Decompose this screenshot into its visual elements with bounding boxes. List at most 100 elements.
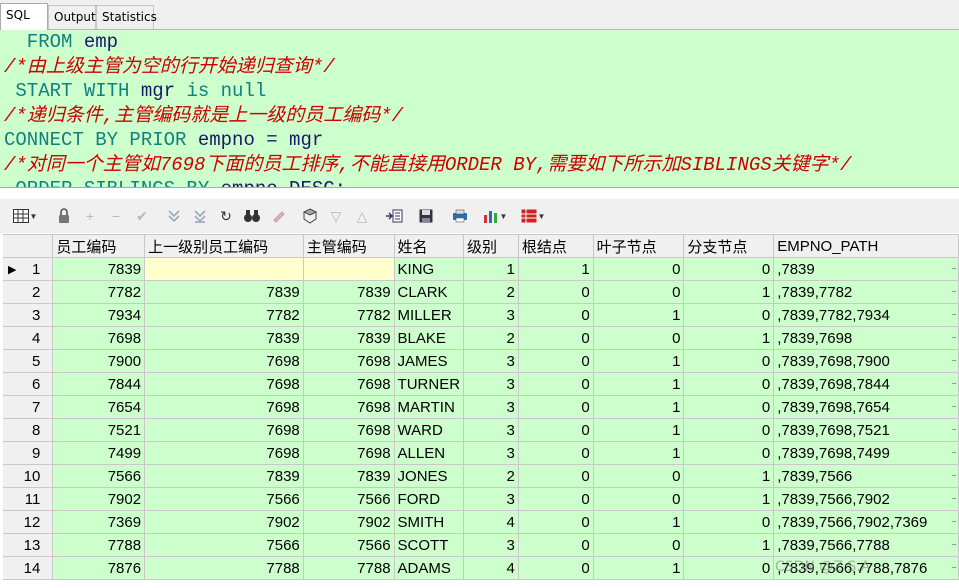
table-cell[interactable]: 1	[463, 257, 519, 281]
table-cell[interactable]: 7698	[303, 349, 395, 373]
table-cell[interactable]: 7698	[303, 372, 395, 396]
table-cell[interactable]: 0	[683, 395, 775, 419]
table-cell[interactable]: 0	[593, 280, 685, 304]
table-cell[interactable]: 7698	[144, 441, 304, 465]
table-cell[interactable]: 1	[593, 510, 685, 534]
grid-view-icon[interactable]: ▼	[10, 206, 40, 226]
table-cell[interactable]: 1	[518, 257, 594, 281]
cell-editor-button[interactable]: ...	[951, 353, 956, 363]
row-number[interactable]: 4	[3, 326, 54, 350]
table-cell[interactable]: 2	[463, 464, 519, 488]
table-cell[interactable]: 0	[683, 418, 775, 442]
filter-icon[interactable]: ▽	[326, 206, 346, 226]
cell-editor-button[interactable]: ...	[951, 560, 956, 570]
table-cell[interactable]: ,7839,7782...	[773, 280, 959, 304]
table-cell[interactable]: CLARK	[394, 280, 465, 304]
table-cell[interactable]: 1	[593, 372, 685, 396]
chart-icon[interactable]: ▼	[478, 206, 512, 226]
table-cell[interactable]: 0	[683, 556, 775, 580]
table-cell[interactable]: 1	[683, 487, 775, 511]
clear-icon[interactable]	[268, 206, 288, 226]
query-by-example-icon[interactable]	[300, 206, 320, 226]
table-cell[interactable]: 7698	[144, 395, 304, 419]
table-cell[interactable]: SMITH	[394, 510, 465, 534]
tab-sql[interactable]: SQL	[0, 3, 48, 30]
table-cell[interactable]: 7839	[144, 326, 304, 350]
table-cell[interactable]: 7839	[303, 464, 395, 488]
post-changes-icon[interactable]: ✔	[132, 206, 152, 226]
refresh-icon[interactable]: ↻	[216, 206, 236, 226]
table-cell[interactable]: 0	[518, 418, 594, 442]
table-cell[interactable]: 1	[593, 303, 685, 327]
row-number[interactable]: 9	[3, 441, 54, 465]
table-cell[interactable]: 3	[463, 418, 519, 442]
table-cell[interactable]: 0	[683, 303, 775, 327]
table-cell[interactable]: 7788	[303, 556, 395, 580]
row-number[interactable]: 3	[3, 303, 54, 327]
column-header-mgr[interactable]: 主管编码	[303, 234, 395, 258]
column-header-empno-path[interactable]: EMPNO_PATH	[773, 234, 959, 258]
find-icon[interactable]	[242, 206, 262, 226]
table-cell[interactable]: BLAKE	[394, 326, 465, 350]
column-header-ename[interactable]: 姓名	[394, 234, 465, 258]
print-icon[interactable]	[450, 206, 470, 226]
table-cell[interactable]: ,7839,7698...	[773, 326, 959, 350]
table-cell[interactable]: 1	[683, 280, 775, 304]
row-number[interactable]: 11	[3, 487, 54, 511]
table-cell[interactable]: MARTIN	[394, 395, 465, 419]
column-header-is-branch[interactable]: 分支节点	[683, 234, 775, 258]
table-cell[interactable]: 3	[463, 533, 519, 557]
table-cell[interactable]: 1	[683, 464, 775, 488]
row-number[interactable]: 5	[3, 349, 54, 373]
table-cell[interactable]: TURNER	[394, 372, 465, 396]
table-cell[interactable]: 7839	[144, 280, 304, 304]
fetch-last-icon[interactable]	[190, 206, 210, 226]
table-row[interactable]: 12 7369 7902 7902 SMITH 4 0 1 0,7839,7566,7902,7…	[3, 510, 959, 534]
table-row[interactable]: 4 7698 7839 7839 BLAKE 2 0 0 1,7839,7698...	[3, 326, 959, 350]
table-cell[interactable]: 0	[518, 464, 594, 488]
table-cell[interactable]: 0	[683, 372, 775, 396]
cell-editor-button[interactable]: ...	[951, 537, 956, 547]
table-cell[interactable]: 0	[593, 487, 685, 511]
table-cell[interactable]: 3	[463, 487, 519, 511]
column-header-level[interactable]: 级别	[463, 234, 519, 258]
table-row[interactable]: ▶ 1 7839 KING 1 1 0 0,7839...	[3, 257, 959, 281]
table-cell[interactable]: 0	[683, 257, 775, 281]
table-cell[interactable]: 7698	[144, 372, 304, 396]
cell-editor-button[interactable]: ...	[951, 399, 956, 409]
cell-editor-button[interactable]: ...	[951, 376, 956, 386]
table-cell[interactable]: 3	[463, 395, 519, 419]
table-cell[interactable]: 7566	[303, 487, 395, 511]
table-cell[interactable]: 7782	[144, 303, 304, 327]
cell-editor-button[interactable]: ...	[951, 491, 956, 501]
table-cell[interactable]: MILLER	[394, 303, 465, 327]
table-cell[interactable]: 3	[463, 372, 519, 396]
table-cell[interactable]: 7521	[52, 418, 146, 442]
fetch-next-icon[interactable]	[164, 206, 184, 226]
table-cell[interactable]: 7876	[52, 556, 146, 580]
single-record-icon[interactable]: ▼	[516, 206, 550, 226]
table-cell[interactable]: 7902	[303, 510, 395, 534]
table-cell[interactable]: ,7839,7566,7788...	[773, 533, 959, 557]
table-cell[interactable]: 2	[463, 280, 519, 304]
table-cell[interactable]: 0	[683, 441, 775, 465]
table-cell[interactable]	[303, 257, 395, 281]
table-cell[interactable]: 1	[593, 395, 685, 419]
table-cell[interactable]: ,7839,7782,7934...	[773, 303, 959, 327]
result-grid[interactable]: 员工编码 上一级别员工编码 主管编码 姓名 级别 根结点 叶子节点 分支节点 E…	[3, 234, 959, 584]
table-cell[interactable]: ALLEN	[394, 441, 465, 465]
cell-editor-button[interactable]: ...	[951, 445, 956, 455]
column-header-is-root[interactable]: 根结点	[518, 234, 594, 258]
table-cell[interactable]: 7698	[303, 395, 395, 419]
table-row[interactable]: 11 7902 7566 7566 FORD 3 0 0 1,7839,7566,7902...	[3, 487, 959, 511]
table-cell[interactable]: 7499	[52, 441, 146, 465]
table-cell[interactable]: 7934	[52, 303, 146, 327]
row-number[interactable]: 10	[3, 464, 54, 488]
table-row[interactable]: 5 7900 7698 7698 JAMES 3 0 1 0,7839,7698,7900...	[3, 349, 959, 373]
table-cell[interactable]: 7782	[303, 303, 395, 327]
table-cell[interactable]: 7654	[52, 395, 146, 419]
table-row[interactable]: 10 7566 7839 7839 JONES 2 0 0 1,7839,7566...	[3, 464, 959, 488]
row-number[interactable]: 6	[3, 372, 54, 396]
column-header-parent-empno[interactable]: 上一级别员工编码	[144, 234, 304, 258]
table-cell[interactable]: 3	[463, 303, 519, 327]
